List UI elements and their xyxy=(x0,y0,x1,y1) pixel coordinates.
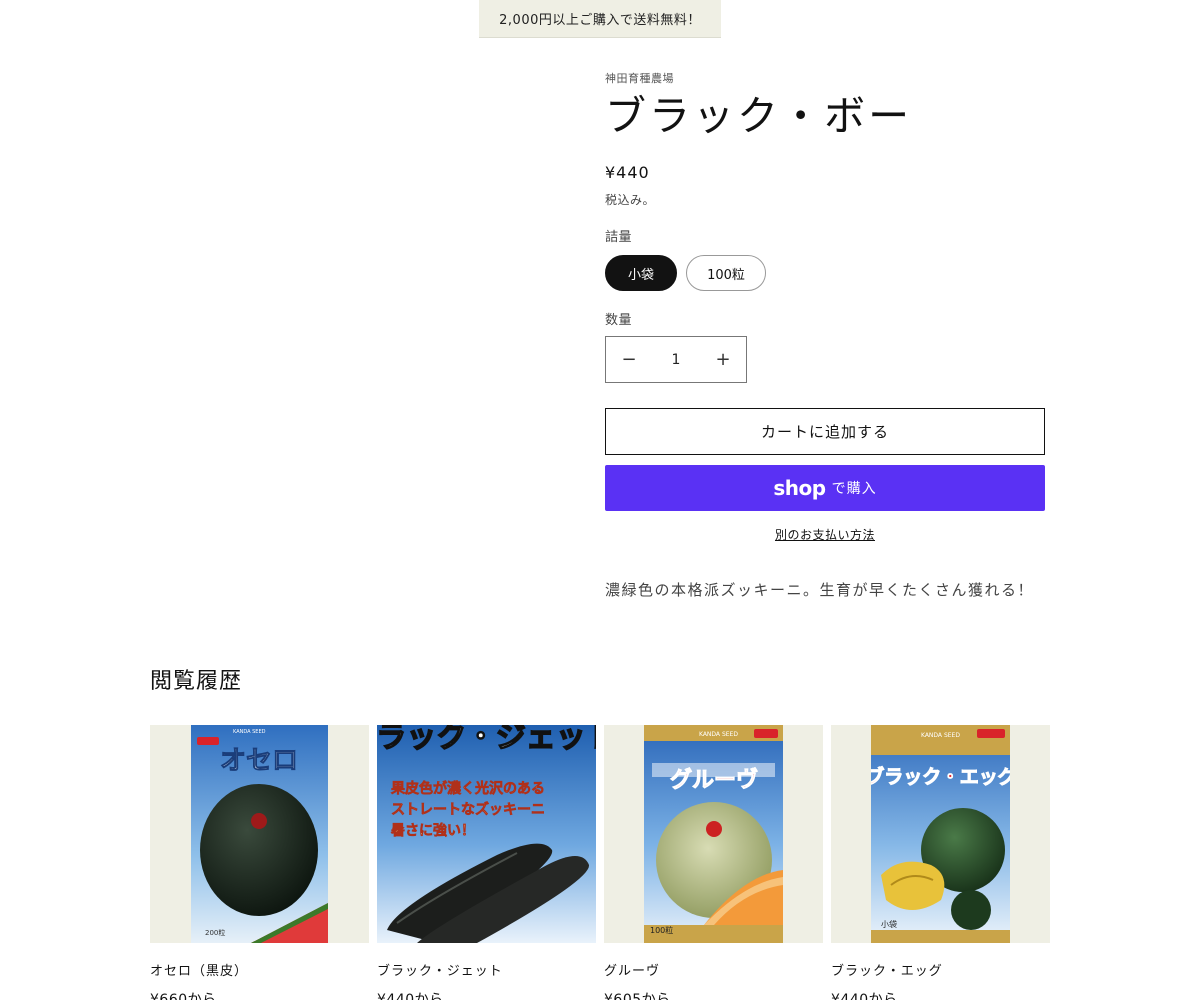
packet-line: 果皮色が濃く光沢のある xyxy=(390,780,545,797)
product-card-price: ¥440から xyxy=(831,992,898,1000)
product-price: ¥440 xyxy=(605,163,650,183)
product-card-name[interactable]: グルーヴ xyxy=(604,960,823,979)
more-payment-options-link[interactable]: 別のお支払い方法 xyxy=(605,526,1045,543)
packet-count: 200粒 xyxy=(205,928,225,937)
seed-packet-groove: KANDA SEED グルーヴ 100粒 xyxy=(644,725,783,943)
product-image-black-egg[interactable]: KANDA SEED ブラック・エッグ 小袋 xyxy=(831,725,1050,943)
product-description: 濃緑色の本格派ズッキーニ。生育が早くたくさん獲れる！ xyxy=(605,581,1035,600)
tax-note: 税込み。 xyxy=(605,193,656,208)
announcement-bar: 2,000円以上ご購入で送料無料！ xyxy=(479,0,721,38)
product-card-groove[interactable]: KANDA SEED グルーヴ 100粒 グルーヴ ¥605から xyxy=(604,725,823,1000)
recently-viewed-list: KANDA SEED オセロ 200粒 オセロ（黒皮） ¥660から ラック・ジ… xyxy=(150,725,1050,1000)
packet-count: 小袋 xyxy=(881,919,897,929)
recently-viewed-heading: 閲覧履歴 xyxy=(150,669,243,694)
packet-brand: KANDA SEED xyxy=(921,732,960,739)
product-image-groove[interactable]: KANDA SEED グルーヴ 100粒 xyxy=(604,725,823,943)
quantity-stepper: − 1 + xyxy=(605,336,747,384)
quantity-decrease-button[interactable]: − xyxy=(606,337,652,382)
packet-brand: KANDA SEED xyxy=(699,731,738,738)
product-card-black-egg[interactable]: KANDA SEED ブラック・エッグ 小袋 ブラック・エッグ ¥440から xyxy=(831,725,1050,1000)
product-card-othello[interactable]: KANDA SEED オセロ 200粒 オセロ（黒皮） ¥660から xyxy=(150,725,369,1000)
product-image-othello[interactable]: KANDA SEED オセロ 200粒 xyxy=(150,725,369,943)
quantity-increase-button[interactable]: + xyxy=(700,337,746,382)
product-card-name[interactable]: ブラック・エッグ xyxy=(831,960,1050,979)
shop-pay-button[interactable]: shop で購入 xyxy=(605,465,1045,512)
product-card-black-jet[interactable]: ブラック・ジェット 果皮色が濃く光沢のある ストレートなズッキーニ 暑さに強い！… xyxy=(377,725,596,1000)
shop-pay-label: で購入 xyxy=(831,481,877,498)
packet-title: グルーヴ xyxy=(670,767,758,793)
variant-picker: 小袋 100粒 xyxy=(605,255,1045,292)
packet-brand: KANDA SEED xyxy=(233,729,266,735)
variant-label: 詰量 xyxy=(605,230,633,246)
packet-title: オセロ xyxy=(220,746,298,776)
packet-line: ストレートなズッキーニ xyxy=(391,801,545,818)
seed-packet-black-jet: ブラック・ジェット 果皮色が濃く光沢のある ストレートなズッキーニ 暑さに強い！ xyxy=(377,725,596,943)
add-to-cart-button[interactable]: カートに追加する xyxy=(605,408,1045,456)
announcement-text: 2,000円以上ご購入で送料無料！ xyxy=(499,13,701,28)
packet-title: ブラック・ジェット xyxy=(377,725,596,755)
packet-count: 100粒 xyxy=(650,925,673,935)
packet-title: ブラック・エッグ xyxy=(871,765,1010,788)
quantity-input[interactable]: 1 xyxy=(656,352,696,368)
seed-packet-black-egg: KANDA SEED ブラック・エッグ 小袋 xyxy=(871,725,1010,943)
product-info: 神田育種農場 ブラック・ボー ¥440 税込み。 詰量 小袋 100粒 数量 −… xyxy=(605,70,1045,600)
seed-packet-othello: KANDA SEED オセロ 200粒 xyxy=(191,725,328,943)
product-card-price: ¥605から xyxy=(604,992,671,1000)
product-card-price: ¥440から xyxy=(377,992,444,1000)
product-card-name[interactable]: オセロ（黒皮） xyxy=(150,960,369,979)
shop-pay-logo: shop xyxy=(773,476,826,501)
quantity-label: 数量 xyxy=(605,313,633,329)
product-vendor: 神田育種農場 xyxy=(605,72,674,85)
product-title: ブラック・ボー xyxy=(605,92,913,140)
product-card-price: ¥660から xyxy=(150,992,217,1000)
packet-line: 暑さに強い！ xyxy=(391,822,475,839)
product-card-name[interactable]: ブラック・ジェット xyxy=(377,960,596,979)
variant-option-small-bag[interactable]: 小袋 xyxy=(605,255,677,292)
product-image-black-jet[interactable]: ブラック・ジェット 果皮色が濃く光沢のある ストレートなズッキーニ 暑さに強い！ xyxy=(377,725,596,943)
variant-option-100-seeds[interactable]: 100粒 xyxy=(686,255,766,292)
